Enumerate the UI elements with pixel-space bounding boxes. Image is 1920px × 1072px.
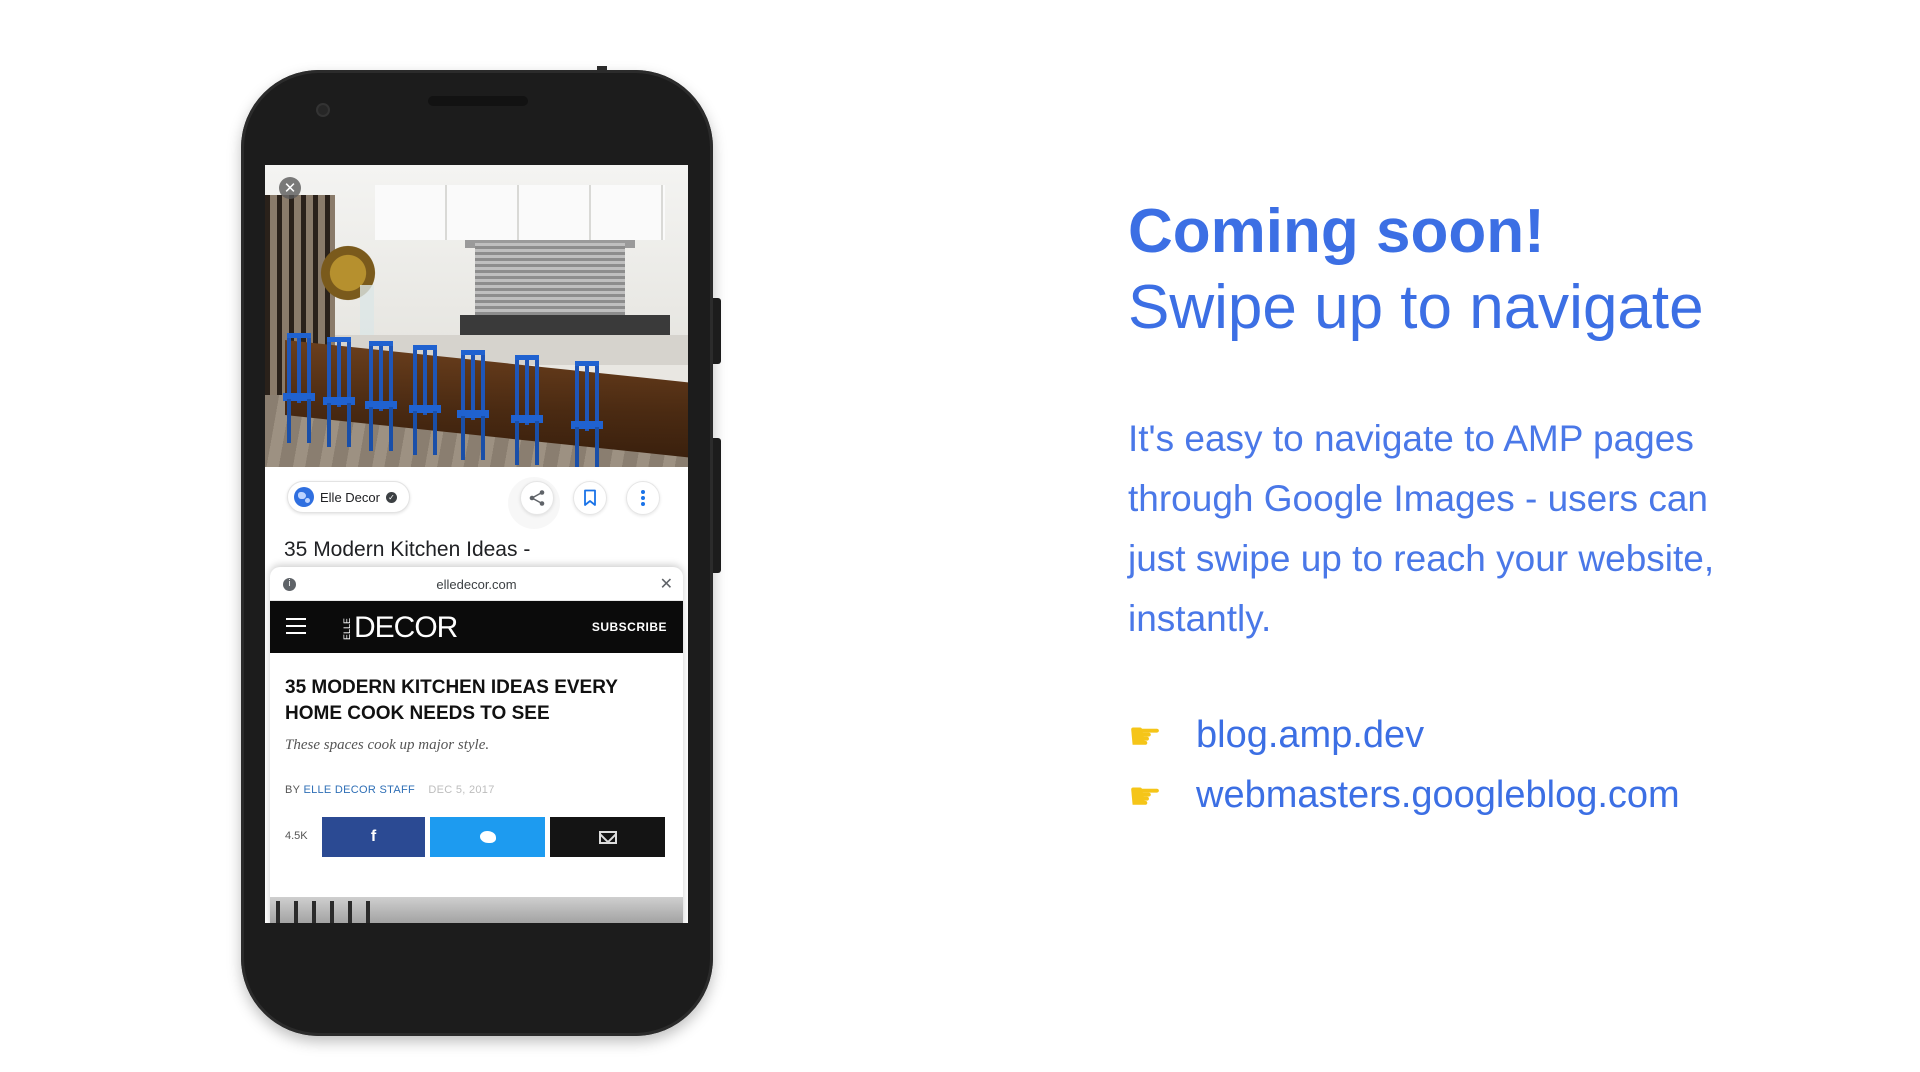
email-icon (598, 830, 617, 844)
image-blue-chair (511, 355, 543, 465)
peek-graphic (276, 901, 376, 923)
volume-button (713, 438, 721, 573)
hamburger-menu-icon[interactable] (286, 618, 306, 634)
front-camera (316, 103, 330, 117)
image-blue-chair (571, 361, 603, 467)
link-row: ☛ blog.amp.dev (1128, 714, 1424, 757)
byline: BY ELLE DECOR STAFF DEC 5, 2017 (285, 784, 495, 796)
share-button[interactable] (520, 481, 554, 515)
byline-date: DEC 5, 2017 (428, 784, 495, 796)
close-icon[interactable]: ✕ (279, 177, 301, 199)
kitchen-image[interactable]: ✕ (265, 165, 688, 467)
twitter-icon (479, 831, 496, 843)
facebook-share-button[interactable]: f (322, 817, 425, 857)
more-options-button[interactable] (626, 481, 660, 515)
bookmark-icon (584, 489, 596, 506)
image-blue-chair (323, 337, 355, 447)
more-vert-icon (641, 490, 645, 506)
source-name: Elle Decor (320, 489, 380, 505)
image-cabinets (375, 185, 665, 240)
site-logo[interactable]: ELLEDECOR (342, 611, 458, 645)
byline-author[interactable]: ELLE DECOR STAFF (303, 784, 415, 796)
facebook-icon: f (370, 828, 377, 845)
next-content-peek (270, 897, 683, 923)
earpiece-speaker (428, 96, 528, 106)
image-blue-chair (409, 345, 441, 455)
subscribe-link[interactable]: SUBSCRIBE (592, 620, 667, 634)
power-button (713, 298, 721, 364)
phone-mockup: ✕ Elle Decor ✓ 35 Modern Kitchen Ideas -… (241, 66, 721, 1036)
link-webmasters[interactable]: webmasters.googleblog.com (1196, 774, 1680, 817)
site-header: ELLEDECOR SUBSCRIBE (270, 601, 683, 653)
twitter-share-button[interactable] (430, 817, 545, 857)
source-row: Elle Decor ✓ (265, 467, 688, 531)
phone-top-edge (597, 66, 607, 72)
share-count: 4.5K (285, 830, 308, 842)
slide-subheadline: Swipe up to navigate (1128, 273, 1704, 342)
image-blue-chair (457, 350, 489, 460)
amp-domain: elledecor.com (436, 577, 517, 592)
image-blue-chair (283, 333, 315, 443)
logo-elle: ELLE (342, 618, 352, 641)
result-title[interactable]: 35 Modern Kitchen Ideas - (284, 538, 530, 562)
article-subtitle: These spaces cook up major style. (285, 737, 490, 753)
phone-screen: ✕ Elle Decor ✓ 35 Modern Kitchen Ideas -… (265, 165, 688, 923)
body-line: just swipe up to reach your website, (1128, 538, 1715, 579)
globe-icon (294, 487, 314, 507)
amp-viewer-bar: i elledecor.com ✕ (270, 567, 683, 601)
amp-viewer-card[interactable]: i elledecor.com ✕ ELLEDECOR SUBSCRIBE 35… (270, 567, 683, 923)
backhand-index-pointing-right-icon: ☛ (1128, 773, 1163, 818)
article-title: 35 MODERN KITCHEN IDEAS EVERY HOME COOK … (285, 677, 618, 724)
body-line: It's easy to navigate to AMP pages (1128, 418, 1694, 459)
image-vase (360, 285, 374, 335)
link-blog-amp[interactable]: blog.amp.dev (1196, 714, 1424, 757)
email-share-button[interactable] (550, 817, 665, 857)
bookmark-button[interactable] (573, 481, 607, 515)
backhand-index-pointing-right-icon: ☛ (1128, 713, 1163, 758)
verified-icon: ✓ (385, 491, 397, 503)
slide-headline: Coming soon! (1128, 197, 1545, 266)
source-chip[interactable]: Elle Decor ✓ (287, 481, 410, 513)
share-icon (529, 490, 545, 506)
image-blue-chair (365, 341, 397, 451)
close-icon[interactable]: ✕ (660, 574, 673, 593)
body-line: instantly. (1128, 598, 1272, 639)
logo-decor: DECOR (354, 611, 458, 644)
link-row: ☛ webmasters.googleblog.com (1128, 774, 1680, 817)
body-line: through Google Images - users can (1128, 478, 1708, 519)
byline-prefix: BY (285, 784, 301, 796)
